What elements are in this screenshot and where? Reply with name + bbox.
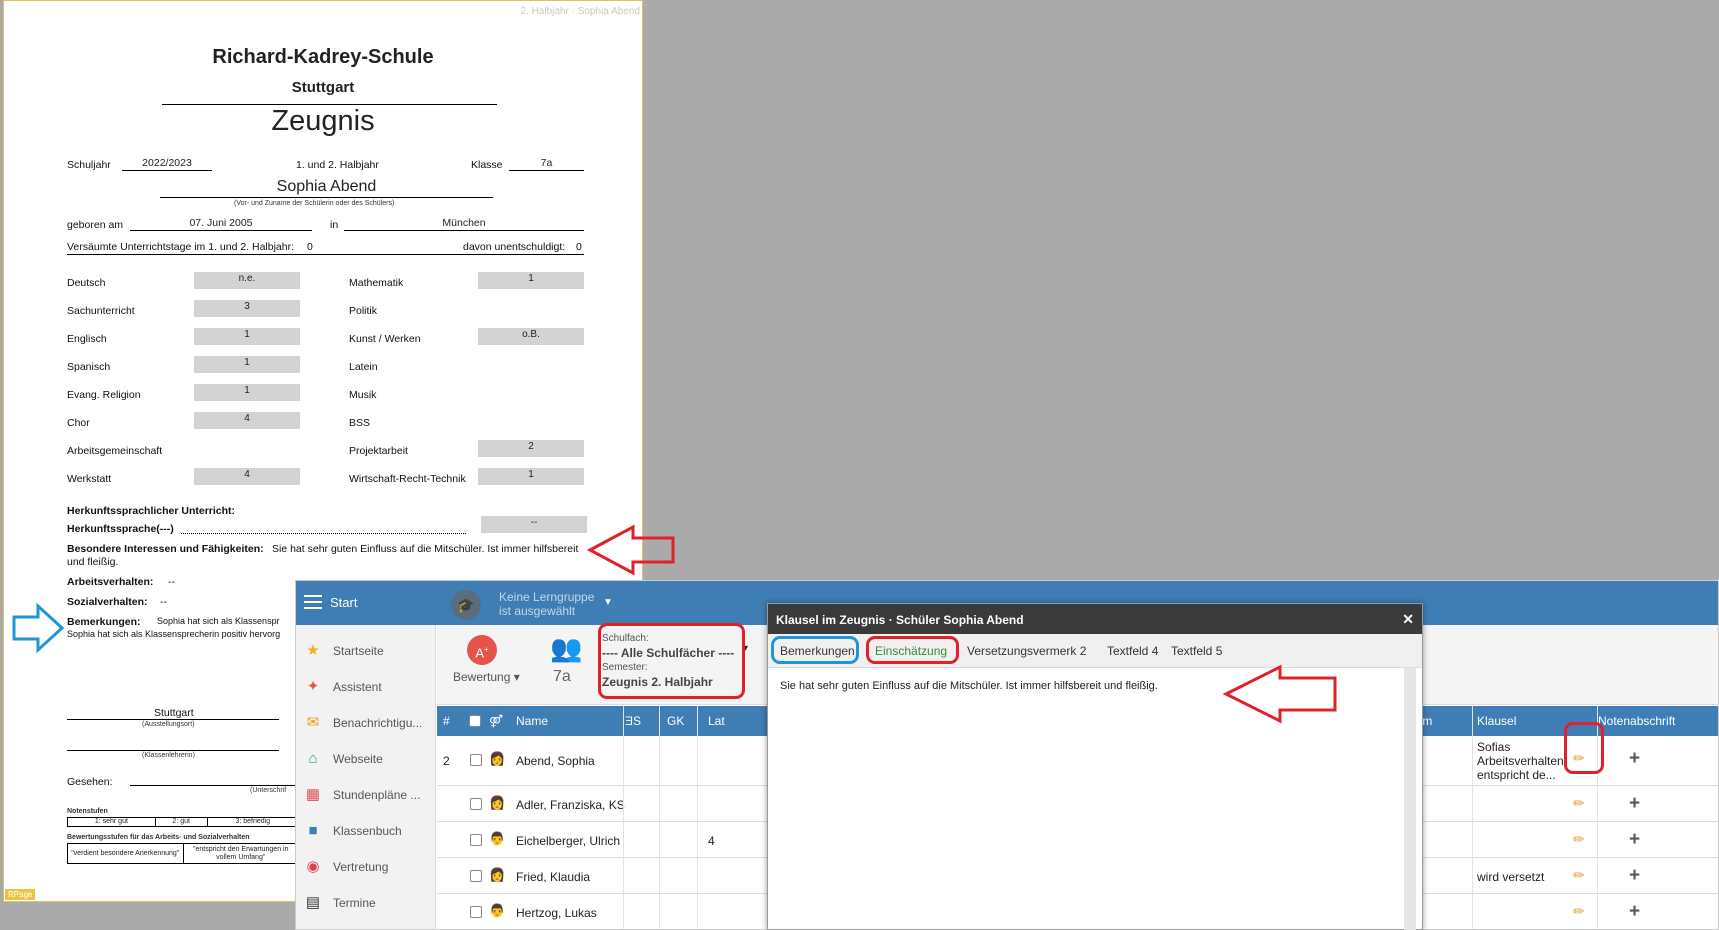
left-arrow-icon	[1222, 664, 1337, 724]
highlight-einschaetzung-tab	[866, 636, 959, 664]
annotation-layer	[12, 524, 1337, 724]
right-arrow-icon	[12, 602, 65, 654]
highlight-filter	[598, 623, 745, 699]
highlight-bemerkungen-tab	[771, 636, 859, 664]
highlight-pencil	[1564, 722, 1604, 774]
left-arrow-icon	[586, 524, 675, 576]
